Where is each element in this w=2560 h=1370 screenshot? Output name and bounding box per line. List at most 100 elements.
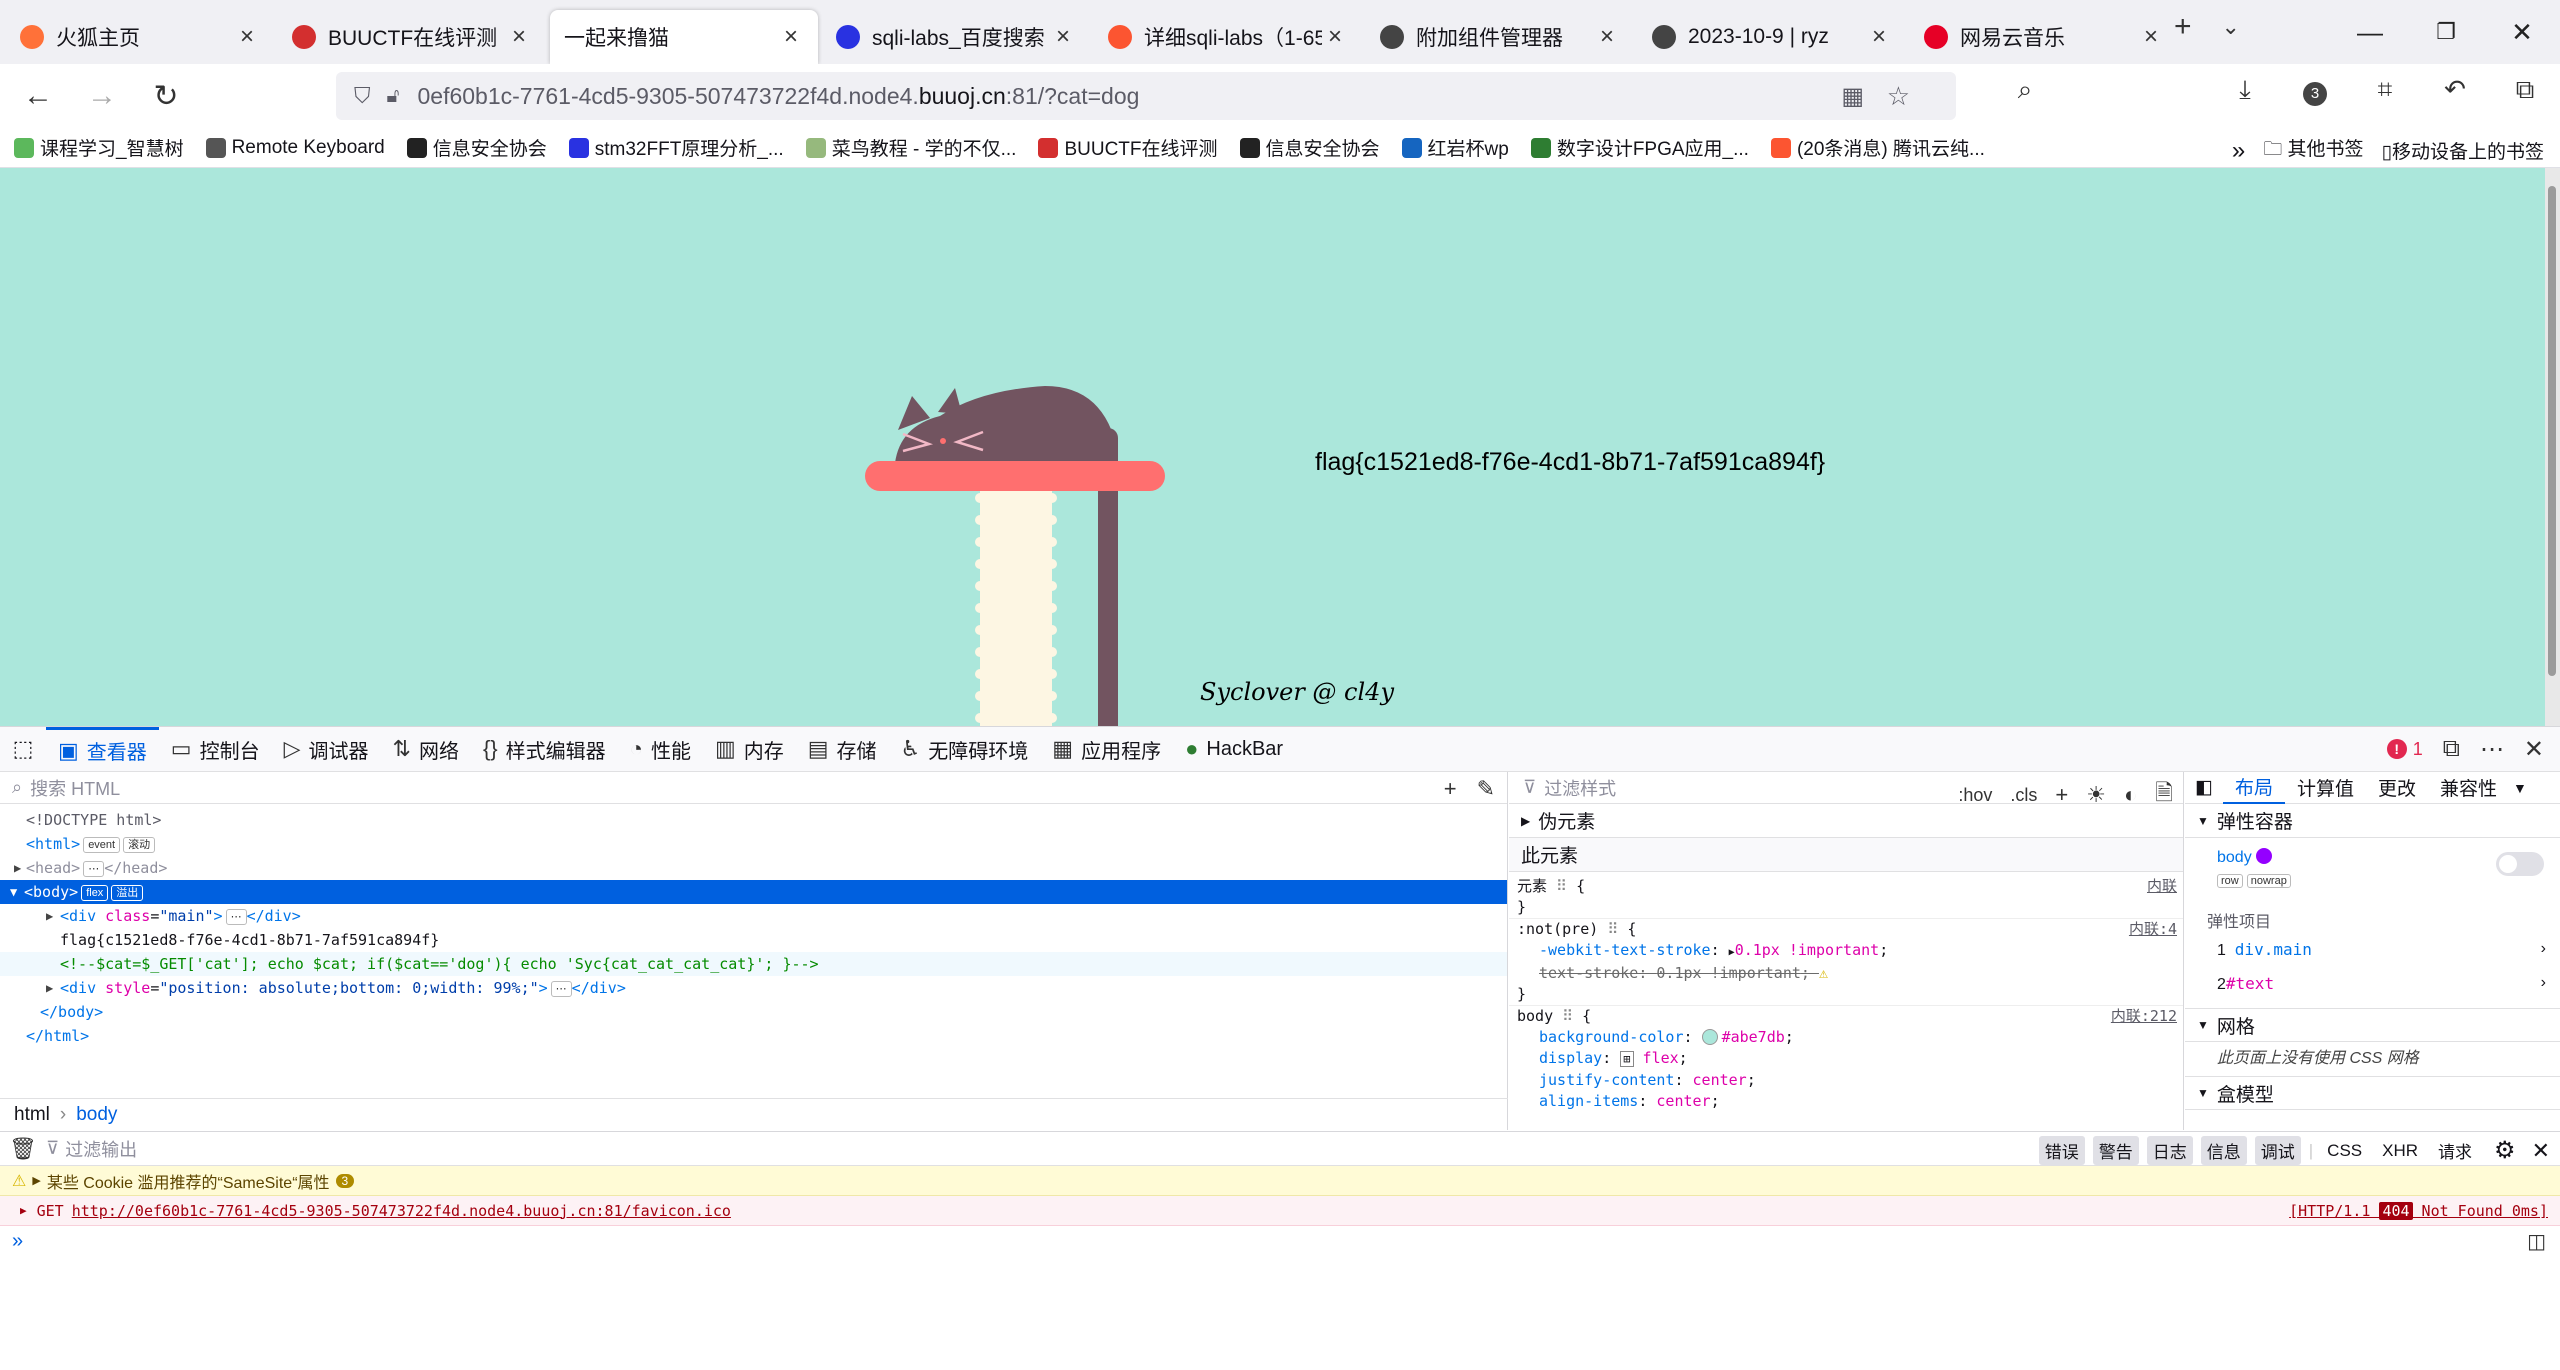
dark-mode-icon[interactable]: ◐ <box>2124 782 2137 808</box>
bookmarks-overflow-button[interactable]: » <box>2232 137 2245 165</box>
tree-node-body[interactable]: ▼ <body> flex 溢出 <box>0 880 1507 904</box>
close-tab-icon[interactable]: × <box>1866 23 1892 50</box>
eyedropper-icon[interactable]: ✎ <box>1477 776 1495 802</box>
color-swatch[interactable] <box>1701 1029 1718 1045</box>
filter-errors-button[interactable]: 错误 <box>2038 1136 2085 1165</box>
url-bar[interactable]: ⛉ 🔓︎ 0ef60b1c-7761-4cd5-9305-507473722f4… <box>336 72 1956 120</box>
flexbox-toggle-icon[interactable]: ⊞ <box>1620 1051 1634 1067</box>
tab-1[interactable]: 火狐主页 × <box>6 10 274 64</box>
expand-arrow-icon[interactable]: ▶ <box>46 904 53 928</box>
bookmark-item[interactable]: 课程学习_智慧树 <box>14 134 184 161</box>
tab-8[interactable]: 网易云音乐 × <box>1910 10 2178 64</box>
tab-3[interactable]: 一起来撸猫 × <box>550 10 818 64</box>
tab-7[interactable]: 2023-10-9 | ryz × <box>1638 10 1906 64</box>
event-badge[interactable]: event <box>83 837 121 853</box>
close-tab-icon[interactable]: × <box>1050 23 1076 50</box>
devtools-tab-4[interactable]: ⇅ 网络 <box>381 727 471 771</box>
qr-code-icon[interactable]: ▦ <box>1841 82 1864 111</box>
console-warning-message[interactable]: ⚠ ▶ 某些 Cookie 滥用推荐的“SameSite“属性 3 <box>0 1166 2560 1196</box>
filter-warnings-button[interactable]: 警告 <box>2092 1136 2139 1165</box>
flex-item-2[interactable]: 2#text › <box>2185 974 2560 1008</box>
undo-icon[interactable]: ↶ <box>2430 74 2480 106</box>
tree-node-flag-text[interactable]: flag{c1521ed8-f76e-4cd1-8b71-7af591ca894… <box>0 928 1507 952</box>
tab-4[interactable]: sqli-labs_百度搜索 × <box>822 10 1090 64</box>
decl-display[interactable]: display: ⊞ flex; <box>1509 1048 2183 1070</box>
decl-background-color[interactable]: background-color: #abe7db; <box>1509 1027 2183 1048</box>
crop-icon[interactable]: ⌗ <box>2360 74 2410 106</box>
scrollbar-thumb[interactable] <box>2548 186 2556 676</box>
close-window-button[interactable]: ✕ <box>2484 17 2560 48</box>
more-options-icon[interactable]: ⋯ <box>2480 735 2504 764</box>
forward-button[interactable]: → <box>70 70 134 122</box>
downloads-icon[interactable]: ⤓ <box>2220 74 2270 106</box>
filter-css-button[interactable]: CSS <box>2321 1141 2368 1161</box>
tab-changes[interactable]: 更改 <box>2366 772 2428 804</box>
tab-layout[interactable]: 布局 <box>2222 772 2285 804</box>
decl-justify-content[interactable]: justify-content: center; <box>1509 1070 2183 1091</box>
restore-button[interactable]: ❐ <box>2408 19 2484 45</box>
extensions-icon[interactable]: ⧉ <box>2500 74 2550 106</box>
breadcrumb-html[interactable]: html <box>14 1104 50 1126</box>
devtools-tab-7[interactable]: ▥ 内存 <box>703 727 796 771</box>
filter-requests-button[interactable]: 请求 <box>2432 1138 2478 1163</box>
devtools-tab-1[interactable]: ▣ 查看器 <box>46 727 159 771</box>
page-scrollbar[interactable] <box>2545 168 2560 726</box>
overflow-badge[interactable]: 溢出 <box>111 885 144 901</box>
tab-computed[interactable]: 计算值 <box>2285 772 2366 804</box>
expand-arrow-icon[interactable]: ▶ <box>46 976 53 1000</box>
rule-not-pre[interactable]: :not(pre) ⠿ {内联:4 <box>1509 918 2183 940</box>
tree-node-div-main[interactable]: ▶ <div class="main"> ⋯ </div> <box>0 904 1507 928</box>
decl-align-items[interactable]: align-items: center; <box>1509 1091 2183 1112</box>
editor-mode-icon[interactable]: ◫ <box>2527 1229 2546 1254</box>
tab-6[interactable]: 附加组件管理器 × <box>1366 10 1634 64</box>
breadcrumb-body[interactable]: body <box>76 1104 117 1126</box>
expand-arrow-icon[interactable]: ▶ <box>20 1204 27 1217</box>
devtools-tab-10[interactable]: ▦ 应用程序 <box>1040 727 1173 771</box>
bookmark-item[interactable]: 信息安全协会 <box>1239 134 1380 161</box>
devtools-tab-3[interactable]: ▷ 调试器 <box>272 727 381 771</box>
html-search-input[interactable]: 搜索 HTML <box>30 775 120 801</box>
bookmark-item[interactable]: 红岩杯wp <box>1401 134 1509 161</box>
console-input[interactable]: » ◫ <box>0 1226 2560 1256</box>
bookmark-item[interactable]: BUUCTF在线评测 <box>1038 134 1218 161</box>
filter-xhr-button[interactable]: XHR <box>2376 1141 2424 1161</box>
decl-text-stroke[interactable]: text-stroke: 0.1px !important; ⚠ <box>1509 963 2183 984</box>
close-devtools-icon[interactable]: ✕ <box>2524 735 2544 764</box>
tree-node-head[interactable]: ▶ <head> ⋯ </head> <box>0 856 1507 880</box>
tree-node-html-close[interactable]: </html> <box>0 1024 1507 1048</box>
highlighter-color-icon[interactable] <box>2256 848 2273 864</box>
expand-arrow-icon[interactable]: ▶ <box>32 1174 40 1187</box>
box-model-header[interactable]: ▼ 盒模型 <box>2185 1076 2560 1110</box>
mobile-bookmarks[interactable]: ▯移动设备上的书签 <box>2382 137 2544 164</box>
close-tab-icon[interactable]: × <box>234 23 260 50</box>
shield-icon[interactable]: ⛉ <box>354 83 371 109</box>
flex-item-1[interactable]: 1 div.main › <box>2185 940 2560 974</box>
settings-gear-icon[interactable]: ⚙ <box>2486 1136 2524 1165</box>
bookmark-item[interactable]: Remote Keyboard <box>205 137 385 159</box>
devtools-tab-2[interactable]: ▭ 控制台 <box>159 727 272 771</box>
close-tab-icon[interactable]: × <box>778 23 804 50</box>
light-mode-icon[interactable]: ☀ <box>2086 782 2106 808</box>
new-tab-button[interactable]: + <box>2174 10 2192 44</box>
devtools-tab-8[interactable]: ▤ 存储 <box>796 727 889 771</box>
flex-container-header[interactable]: ▼ 弹性容器 <box>2185 804 2560 838</box>
bookmark-item[interactable]: 菜鸟教程 - 学的不仅... <box>805 134 1016 161</box>
add-node-icon[interactable]: + <box>1444 776 1457 802</box>
console-filter-input[interactable]: 过滤输出 <box>65 1136 137 1162</box>
tree-node-body-close[interactable]: </body> <box>0 1000 1507 1024</box>
expand-arrow-icon[interactable]: ▶ <box>14 856 21 880</box>
trash-icon[interactable]: 🗑︎ <box>0 1136 46 1162</box>
other-bookmarks[interactable]: 🗀︎ 其他书签 <box>2263 134 2363 167</box>
add-rule-icon[interactable]: + <box>2055 782 2068 808</box>
toggle-sidebar-icon[interactable]: ◧ <box>2185 772 2223 804</box>
hov-toggle[interactable]: :hov <box>1958 785 1992 806</box>
bookmark-item[interactable]: 数字设计FPGA应用_... <box>1530 134 1749 161</box>
close-tab-icon[interactable]: × <box>506 23 532 50</box>
rule-element[interactable]: 元素 ⠿ {内联 <box>1509 876 2183 897</box>
url-text[interactable]: 0ef60b1c-7761-4cd5-9305-507473722f4d.nod… <box>417 83 1139 110</box>
bookmark-star-icon[interactable]: ☆ <box>1887 81 1910 112</box>
bookmark-item[interactable]: stm32FFT原理分析_... <box>568 134 784 161</box>
flex-badge[interactable]: flex <box>81 885 109 901</box>
request-url-link[interactable]: http://0ef60b1c-7761-4cd5-9305-507473722… <box>72 1202 731 1220</box>
bookmark-item[interactable]: 信息安全协会 <box>406 134 547 161</box>
